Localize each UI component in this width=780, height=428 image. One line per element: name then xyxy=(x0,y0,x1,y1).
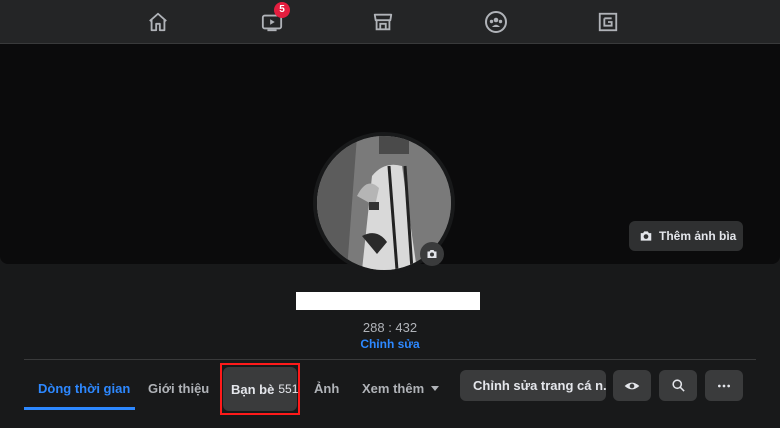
friends-count: 551 xyxy=(278,382,299,396)
edit-profile-button[interactable]: Chỉnh sửa trang cá n... xyxy=(460,370,606,401)
tab-more-label: Xem thêm xyxy=(362,380,425,396)
groups-icon[interactable] xyxy=(480,6,512,38)
search-icon xyxy=(671,379,685,392)
marketplace-icon[interactable] xyxy=(367,6,399,38)
edit-bio-link[interactable]: Chỉnh sửa xyxy=(0,337,780,351)
add-cover-photo-button[interactable]: Thêm ảnh bìa xyxy=(629,221,743,251)
divider xyxy=(24,359,756,360)
add-cover-label: Thêm ảnh bìa xyxy=(659,229,737,243)
view-as-button[interactable] xyxy=(613,370,651,401)
caret-down-icon xyxy=(431,386,440,391)
tab-photos[interactable]: Ảnh xyxy=(314,366,339,410)
watch-icon[interactable]: 5 xyxy=(256,2,290,38)
notification-badge: 5 xyxy=(274,2,290,18)
search-button[interactable] xyxy=(659,370,697,401)
edit-profile-label: Chỉnh sửa trang cá n... xyxy=(473,378,606,393)
home-icon[interactable] xyxy=(142,6,174,38)
top-navigation: 5 xyxy=(0,0,780,44)
profile-name-redacted xyxy=(296,292,480,310)
gaming-icon[interactable] xyxy=(592,6,624,38)
ellipsis-icon xyxy=(718,384,730,387)
tab-about[interactable]: Giới thiệu xyxy=(148,366,209,410)
tab-timeline[interactable]: Dòng thời gian xyxy=(38,366,130,410)
eye-icon xyxy=(624,382,640,389)
profile-count: 288 : 432 xyxy=(362,320,418,335)
more-options-button[interactable] xyxy=(705,370,743,401)
active-tab-indicator xyxy=(24,407,135,410)
tab-more[interactable]: Xem thêm xyxy=(362,366,440,410)
camera-icon xyxy=(640,231,652,241)
tab-friends-label: Bạn bè xyxy=(231,381,275,397)
update-avatar-camera-icon[interactable] xyxy=(420,242,444,266)
tab-friends[interactable]: Bạn bè 551 xyxy=(223,367,299,411)
